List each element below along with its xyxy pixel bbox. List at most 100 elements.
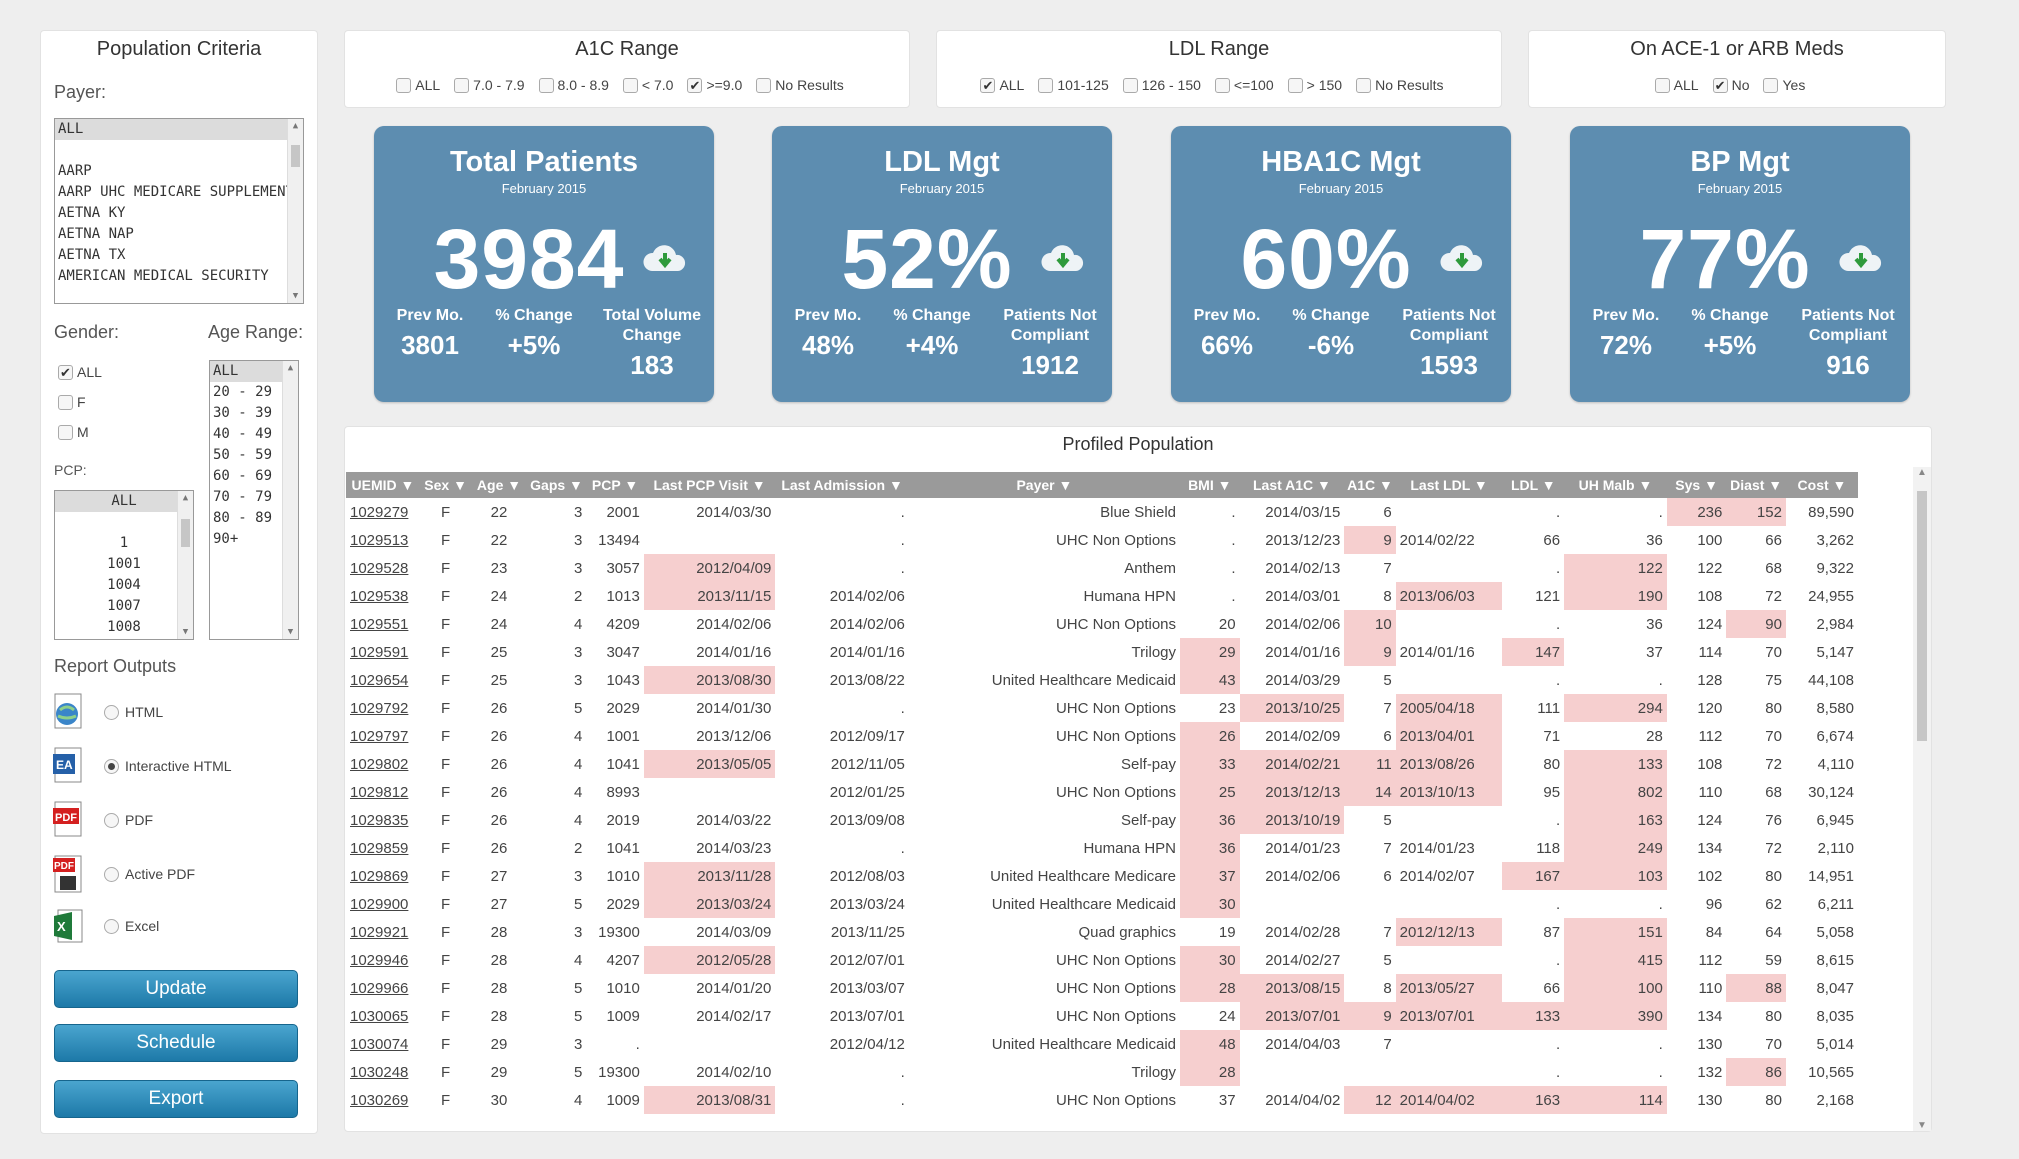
payer-option[interactable]: AMERICAN MEDICAL SECURITY <box>55 266 303 287</box>
pcp-option[interactable]: 1008 <box>55 617 193 638</box>
column-header-payer[interactable]: Payer ▼ <box>908 472 1180 498</box>
column-header-gaps[interactable]: Gaps ▼ <box>526 472 587 498</box>
cloud-download-icon[interactable] <box>1838 241 1884 275</box>
html-radio[interactable] <box>104 704 119 720</box>
table-row[interactable]: 1029654 F 25 3 1043 2013/08/30 2013/08/22 Unite… <box>346 666 1858 694</box>
output-pdf[interactable]: PDF PDF <box>52 800 153 840</box>
column-header-diast[interactable]: Diast ▼ <box>1726 472 1786 498</box>
cell-uemid[interactable]: 1029551 <box>346 610 420 638</box>
gender-m-checkbox[interactable]: M <box>58 417 102 447</box>
column-header-pcp[interactable]: PCP ▼ <box>586 472 644 498</box>
table-row[interactable]: 1029835 F 26 4 2019 2014/03/22 2013/09/08 Self-… <box>346 806 1858 834</box>
ldl-126-150-checkbox[interactable]: 126 - 150 <box>1122 77 1201 93</box>
a1c-7-0-checkbox[interactable]: < 7.0 <box>622 77 673 93</box>
table-row[interactable]: 1029513 F 22 3 13494. UHC Non Options. 2013/12… <box>346 526 1858 554</box>
payer-option[interactable]: AARP <box>55 161 303 182</box>
cell-uemid[interactable]: 1029513 <box>346 526 420 554</box>
cell-uemid[interactable]: 1029792 <box>346 694 420 722</box>
payer-option[interactable]: AETNA TX <box>55 245 303 266</box>
cell-uemid[interactable]: 1029812 <box>346 778 420 806</box>
column-header-last-a1c[interactable]: Last A1C ▼ <box>1239 472 1345 498</box>
checkbox-box[interactable] <box>396 77 412 93</box>
table-row[interactable]: 1030269 F 30 4 1009 2013/08/31. UHC Non Option… <box>346 1086 1858 1114</box>
checkbox-box[interactable] <box>1038 77 1054 93</box>
output-excel[interactable]: X Excel <box>52 906 159 946</box>
checkbox-box[interactable]: ✔ <box>1712 77 1728 93</box>
column-header-last-pcp-visit[interactable]: Last PCP Visit ▼ <box>643 472 776 498</box>
checkbox-box[interactable] <box>622 77 638 93</box>
gender-all-checkbox[interactable]: ✔ ALL <box>58 357 102 387</box>
payer-option[interactable]: AETNA NAP <box>55 224 303 245</box>
column-header-uemid[interactable]: UEMID ▼ <box>346 472 420 498</box>
table-row[interactable]: 1029797 F 26 4 1001 2013/12/06 2012/09/17 UHC N… <box>346 722 1858 750</box>
payer-option[interactable]: ALL <box>55 119 303 140</box>
checkbox-box[interactable] <box>1122 77 1138 93</box>
a1c-7-0-7-9-checkbox[interactable]: 7.0 - 7.9 <box>454 77 525 93</box>
checkbox-box[interactable] <box>454 77 470 93</box>
column-header-uh-malb[interactable]: UH Malb ▼ <box>1564 472 1667 498</box>
age-range-listbox[interactable]: ALL 20 - 29 30 - 39 40 - 49 50 - 59 60 - 69 70… <box>209 360 299 640</box>
a1c-9-0-checkbox[interactable]: ✔ >=9.0 <box>687 77 742 93</box>
cell-uemid[interactable]: 1029797 <box>346 722 420 750</box>
cell-uemid[interactable]: 1029921 <box>346 918 420 946</box>
active-pdf-radio[interactable] <box>104 866 119 882</box>
checkbox-box[interactable] <box>1356 77 1372 93</box>
ace-no-checkbox[interactable]: ✔ No <box>1712 77 1749 93</box>
age-scrollbar[interactable]: ▲ ▼ <box>282 361 298 639</box>
checkbox-box[interactable]: ✔ <box>58 364 73 380</box>
ace-yes-checkbox[interactable]: Yes <box>1763 77 1805 93</box>
ldl-150-checkbox[interactable]: > 150 <box>1287 77 1342 93</box>
pcp-option[interactable]: 1004 <box>55 575 193 596</box>
column-header-a1c[interactable]: A1C ▼ <box>1344 472 1396 498</box>
table-row[interactable]: 1029528 F 23 3 3057 2012/04/09. Anthem. 2014/02… <box>346 554 1858 582</box>
pcp-scrollbar[interactable]: ▲ ▼ <box>177 491 193 639</box>
cell-uemid[interactable]: 1029859 <box>346 834 420 862</box>
column-header-age[interactable]: Age ▼ <box>471 472 527 498</box>
ldl-all-checkbox[interactable]: ✔ ALL <box>980 77 1024 93</box>
cell-uemid[interactable]: 1029900 <box>346 890 420 918</box>
table-row[interactable]: 1029812 F 26 4 8993 2012/01/25 UHC Non Options… <box>346 778 1858 806</box>
pcp-option[interactable] <box>55 512 193 533</box>
ldl-no-results-checkbox[interactable]: No Results <box>1356 77 1444 93</box>
table-row[interactable]: 1029946 F 28 4 4207 2012/05/28 2012/07/01 UHC N… <box>346 946 1858 974</box>
column-header-last-ldl[interactable]: Last LDL ▼ <box>1395 472 1503 498</box>
table-scrollbar[interactable]: ▲ ▼ <box>1913 467 1931 1131</box>
cell-uemid[interactable]: 1029835 <box>346 806 420 834</box>
checkbox-box[interactable] <box>538 77 554 93</box>
payer-listbox[interactable]: ALL AARP AARP UHC MEDICARE SUPPLEMENT AETNA… <box>54 118 304 304</box>
cell-uemid[interactable]: 1030269 <box>346 1086 420 1114</box>
cell-uemid[interactable]: 1030074 <box>346 1030 420 1058</box>
pcp-listbox[interactable]: ALL 1 1001 1004 1007 1008 ▲ ▼ <box>54 490 194 640</box>
checkbox-box[interactable] <box>58 394 73 410</box>
checkbox-box[interactable] <box>1287 77 1303 93</box>
checkbox-box[interactable] <box>1214 77 1230 93</box>
output-active-pdf[interactable]: PDF Active PDF <box>52 854 195 894</box>
payer-scrollbar[interactable]: ▲ ▼ <box>287 119 303 303</box>
table-row[interactable]: 1029792 F 26 5 2029 2014/01/30. UHC Non Option… <box>346 694 1858 722</box>
gender-f-checkbox[interactable]: F <box>58 387 102 417</box>
table-row[interactable]: 1029279 F 22 3 2001 2014/03/30. Blue Shield. 20… <box>346 498 1858 526</box>
table-row[interactable]: 1030074 F 29 3. 2012/04/12 United Healthcare … <box>346 1030 1858 1058</box>
column-header-cost[interactable]: Cost ▼ <box>1785 472 1858 498</box>
column-header-last-admission[interactable]: Last Admission ▼ <box>775 472 909 498</box>
a1c-all-checkbox[interactable]: ALL <box>396 77 440 93</box>
export-button[interactable]: Export <box>54 1080 298 1118</box>
a1c-8-0-8-9-checkbox[interactable]: 8.0 - 8.9 <box>538 77 609 93</box>
cell-uemid[interactable]: 1029279 <box>346 498 420 526</box>
cell-uemid[interactable]: 1029802 <box>346 750 420 778</box>
pcp-option[interactable]: 1007 <box>55 596 193 617</box>
table-row[interactable]: 1029551 F 24 4 4209 2014/02/06 2014/02/06 UHC N… <box>346 610 1858 638</box>
cell-uemid[interactable]: 1029538 <box>346 582 420 610</box>
column-header-ldl[interactable]: LDL ▼ <box>1502 472 1565 498</box>
table-row[interactable]: 1029900 F 27 5 2029 2013/03/24 2013/03/24 Unite… <box>346 890 1858 918</box>
cell-uemid[interactable]: 1029869 <box>346 862 420 890</box>
output-interactive-html[interactable]: EA Interactive HTML <box>52 746 232 786</box>
column-header-sex[interactable]: Sex ▼ <box>419 472 472 498</box>
cloud-download-icon[interactable] <box>1040 241 1086 275</box>
checkbox-box[interactable] <box>1654 77 1670 93</box>
cloud-download-icon[interactable] <box>642 241 688 275</box>
column-header-sys[interactable]: Sys ▼ <box>1666 472 1727 498</box>
table-row[interactable]: 1030248 F 29 5 19300 2014/02/10. Trilogy 28.. 13… <box>346 1058 1858 1086</box>
cell-uemid[interactable]: 1029528 <box>346 554 420 582</box>
checkbox-box[interactable]: ✔ <box>687 77 703 93</box>
